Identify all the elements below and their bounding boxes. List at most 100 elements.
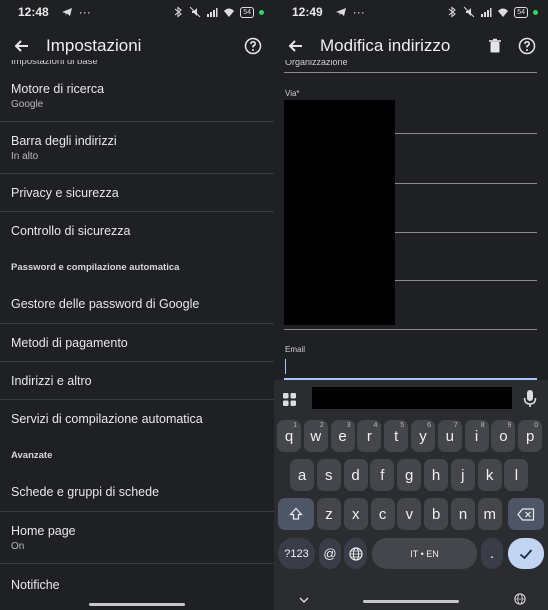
settings-screen: 12:48 ··· 54 Impostazioni Impostazioni d… [0,0,274,610]
help-icon[interactable] [518,37,536,55]
apps-grid-icon[interactable] [283,393,296,406]
app-bar: Modifica indirizzo [274,28,548,64]
key-b[interactable]: b [424,498,449,530]
help-icon[interactable] [244,37,262,55]
key-v[interactable]: v [397,498,422,530]
space-key[interactable]: IT • EN [372,538,477,569]
setting-address-bar[interactable]: Barra degli indirizzi In alto [0,122,274,174]
key-i[interactable]: i8 [464,420,489,452]
organization-field[interactable] [284,72,537,73]
symbols-key[interactable]: ?123 [278,538,315,569]
backspace-icon [517,507,535,521]
key-label: w [310,427,322,445]
keyboard-dismiss-icon[interactable] [299,596,309,604]
setting-privacy[interactable]: Privacy e sicurezza [0,174,274,212]
key-label: r [366,427,372,445]
key-d[interactable]: d [343,459,368,491]
setting-autofill-services[interactable]: Servizi di compilazione automatica [0,400,274,438]
setting-safety-check[interactable]: Controllo di sicurezza [0,212,274,250]
bluetooth-icon [174,6,182,18]
mute-icon [463,6,475,18]
setting-label: Schede e gruppi di schede [11,484,160,499]
setting-label: Home page [11,523,76,538]
key-c[interactable]: c [370,498,395,530]
key-n[interactable]: n [451,498,475,530]
key-number-hint: 7 [453,422,458,429]
shift-key[interactable] [278,498,314,530]
privacy-dot [259,9,264,15]
enter-key[interactable] [508,538,544,569]
key-number-hint: 5 [400,422,405,429]
bluetooth-icon [448,6,456,18]
period-key[interactable]: . [481,538,503,569]
battery-icon: 54 [240,6,254,18]
back-arrow-icon[interactable] [12,36,32,56]
key-g[interactable]: g [397,459,422,491]
setting-label: Barra degli indirizzi [11,133,117,148]
key-number-hint: 6 [427,422,431,429]
key-h[interactable]: h [424,459,448,491]
key-z[interactable]: z [317,498,341,530]
setting-home-page[interactable]: Home page On [0,512,274,564]
key-y[interactable]: y6 [411,420,435,452]
key-o[interactable]: o9 [491,420,516,452]
key-label: q [284,427,294,445]
status-bar: 12:48 ··· 54 [0,0,274,24]
gesture-handle[interactable] [89,603,185,606]
mute-icon [189,6,201,18]
globe-icon[interactable] [514,593,526,605]
email-label: Email [285,345,306,354]
status-more-icon: ··· [78,5,91,19]
key-l[interactable]: l [504,459,529,491]
key-f[interactable]: f [370,459,395,491]
setting-tabs-groups[interactable]: Schede e gruppi di schede [0,472,274,512]
key-number-hint: 1 [293,422,297,429]
key-label: t [394,427,399,445]
key-p[interactable]: p0 [518,420,543,452]
field-line[interactable] [284,329,537,330]
key-t[interactable]: t5 [384,420,409,452]
key-e[interactable]: e3 [330,420,355,452]
key-w[interactable]: w2 [303,420,328,452]
setting-label: Servizi di compilazione automatica [11,412,203,426]
key-number-hint: 4 [373,422,378,429]
setting-password-manager[interactable]: Gestore delle password di Google [0,284,274,324]
telegram-icon [335,8,346,16]
key-m[interactable]: m [477,498,502,530]
delete-icon[interactable] [486,37,504,55]
language-key[interactable] [344,538,367,569]
redacted-suggestions [312,387,512,409]
key-label: o [499,427,508,445]
key-s[interactable]: s [316,459,341,491]
setting-value: Google [11,98,44,110]
setting-search-engine[interactable]: Motore di ricerca Google [0,70,274,122]
setting-notifications[interactable]: Notifiche [0,564,274,606]
redacted-area [284,100,395,325]
page-title: Modifica indirizzo [320,36,451,55]
key-q[interactable]: q1 [277,420,301,452]
battery-icon: 54 [514,6,528,18]
setting-addresses[interactable]: Indirizzi e altro [0,362,274,400]
back-arrow-icon[interactable] [286,36,306,56]
key-a[interactable]: a [290,459,314,491]
setting-label: Metodi di pagamento [11,335,128,350]
key-r[interactable]: r4 [357,420,382,452]
setting-value: On [11,540,25,552]
checkmark-icon [519,548,533,559]
privacy-dot [533,9,538,15]
section-header-password: Password e compilazione automatica [11,261,180,273]
at-key[interactable]: @ [319,538,341,569]
key-k[interactable]: k [477,459,502,491]
status-bar: 12:49 ··· 54 [274,0,548,24]
key-number-hint: 9 [507,422,512,429]
key-u[interactable]: u7 [437,420,462,452]
key-x[interactable]: x [343,498,368,530]
setting-payment-methods[interactable]: Metodi di pagamento [0,324,274,362]
key-label: u [445,427,454,445]
backspace-key[interactable] [508,498,544,530]
key-j[interactable]: j [450,459,475,491]
gesture-handle[interactable] [363,600,459,603]
key-label: e [338,427,347,445]
microphone-icon[interactable] [521,389,539,409]
setting-label: Notifiche [11,578,60,592]
